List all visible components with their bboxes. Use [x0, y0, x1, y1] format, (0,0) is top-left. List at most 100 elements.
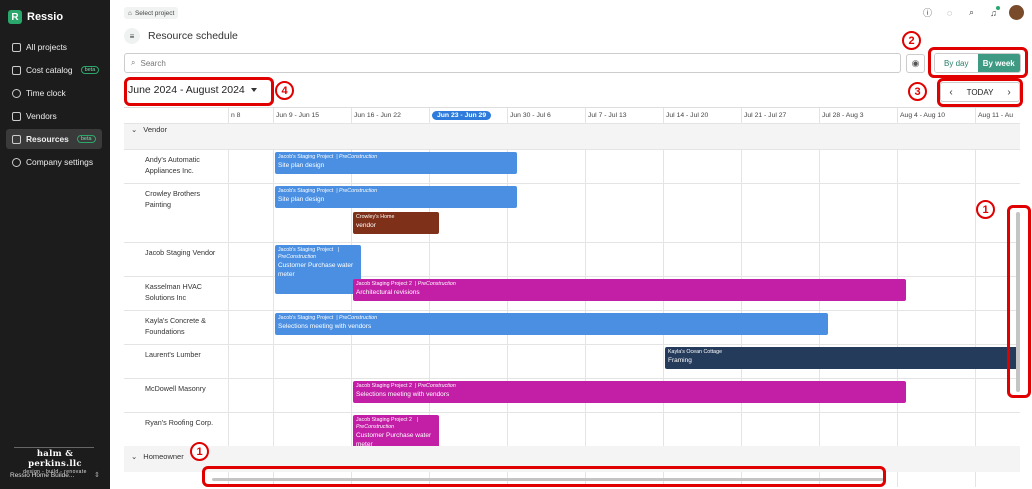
task-project: Jacob's Staging Project [278, 247, 334, 253]
task-phase: | PreConstruction [336, 315, 378, 321]
callout-box-vertical-scroll [1007, 205, 1031, 398]
group-vendor[interactable]: ⌄ Vendor [131, 125, 167, 134]
sidebar-item-time-clock[interactable]: Time clock [6, 83, 102, 103]
task-bar[interactable]: Jacob Staging Project 2 | PreConstruction… [353, 381, 906, 403]
search-icon[interactable]: ⌕ [965, 6, 978, 19]
company-name: halm & perkins.llc [28, 449, 82, 469]
task-bar[interactable]: Jacob's Staging Project | PreConstruction… [275, 186, 517, 208]
sidebar-item-label: All projects [26, 42, 67, 52]
callout-badge: 3 [908, 82, 927, 101]
notification-dot [996, 6, 1000, 10]
task-project: Jacob Staging Project 2 [356, 281, 412, 287]
sidebar-item-label: Resources [26, 134, 69, 144]
vendor-label: McDowell Masonry [145, 384, 206, 393]
chevron-updown-icon[interactable]: ⇕ [94, 471, 100, 479]
group-label: Homeowner [143, 452, 184, 461]
row-line [124, 412, 1020, 413]
week-header: Jul 28 - Aug 3 [822, 112, 864, 119]
week-header: Jul 7 - Jul 13 [588, 112, 627, 119]
row-line [124, 183, 1020, 184]
sidebar-item-label: Cost catalog [26, 65, 73, 75]
grid-line [228, 108, 229, 487]
task-bar[interactable]: Jacob's Staging Project | PreConstruction… [275, 152, 517, 174]
bell-icon[interactable]: ♫ [987, 6, 1000, 19]
task-phase: | PreConstruction [336, 188, 378, 194]
avatar[interactable] [1009, 5, 1024, 20]
sidebar-item-cost-catalog[interactable]: Cost catalog beta [6, 60, 102, 80]
week-header: Jul 21 - Jul 27 [744, 112, 787, 119]
group-row-vendor[interactable] [124, 123, 1020, 149]
task-bar[interactable]: Kayla's Ocean Cottage Framing [665, 347, 1020, 369]
sidebar-item-vendors[interactable]: Vendors [6, 106, 102, 126]
callout-badge: 1 [190, 442, 209, 461]
sidebar-item-company-settings[interactable]: Company settings [6, 152, 102, 172]
sidebar-nav: All projects Cost catalog beta Time cloc… [6, 37, 102, 175]
search-placeholder: Search [140, 58, 166, 68]
beta-badge: beta [76, 135, 96, 143]
week-header: Jun 16 - Jun 22 [354, 112, 401, 119]
grid-line [273, 108, 274, 487]
resource-schedule-grid: n 8 Jun 9 - Jun 15 Jun 16 - Jun 22 Jun 2… [124, 107, 1020, 487]
callout-badge: 1 [976, 200, 995, 219]
group-homeowner[interactable]: ⌄ Homeowner [131, 452, 184, 461]
page-header: ≡ Resource schedule [124, 28, 238, 44]
sidebar-item-all-projects[interactable]: All projects [6, 37, 102, 57]
task-name: Selections meeting with vendors [278, 323, 372, 330]
account-switcher[interactable]: Ressio Home Builde... [10, 472, 74, 479]
task-phase: | PreConstruction [414, 383, 456, 389]
chevron-down-icon: ⌄ [131, 452, 138, 461]
group-label: Vendor [143, 125, 168, 134]
chevron-down-icon: ⌄ [131, 125, 138, 134]
task-project: Crowley's Home [356, 214, 395, 220]
search-input[interactable]: ⌕ Search [124, 53, 901, 73]
callout-box-horizontal-scroll [202, 466, 886, 487]
row-line [124, 149, 1020, 150]
task-phase: | PreConstruction [336, 154, 378, 160]
top-icons: ⓘ ◌ ⌕ ♫ [921, 5, 1024, 20]
task-name: Site plan design [278, 196, 325, 203]
menu-icon[interactable]: ≡ [124, 28, 140, 44]
sidebar-item-resources[interactable]: Resources beta [6, 129, 102, 149]
task-bar[interactable]: Jacob's Staging Project | PreConstruction… [275, 313, 828, 335]
task-project: Jacob Staging Project 2 [356, 417, 412, 423]
task-name: Customer Purchase water meter [278, 262, 354, 278]
task-bar[interactable]: Jacob's Staging Project | PreConstructio… [275, 245, 361, 294]
vendor-label: Laurent's Lumber [145, 350, 201, 359]
catalog-icon [12, 65, 21, 75]
task-name: Architectural revisions [356, 289, 420, 296]
vendor-label: Ryan's Roofing Corp. [145, 418, 214, 427]
vendor-label: Andy's Automatic Appliances Inc. [145, 155, 200, 175]
row-line [124, 344, 1020, 345]
app-name: Ressio [27, 11, 64, 23]
week-header: Jun 9 - Jun 15 [276, 112, 320, 119]
task-project: Jacob's Staging Project [278, 154, 334, 160]
task-project: Jacob's Staging Project [278, 188, 334, 194]
week-header: Jul 14 - Jul 20 [666, 112, 709, 119]
callout-box-week-nav [937, 78, 1023, 107]
eye-icon[interactable]: ◉ [906, 54, 925, 73]
task-bar[interactable]: Crowley's Home vendor [353, 212, 439, 234]
breadcrumb-label: Select project [134, 9, 175, 17]
vendor-label: Crowley Brothers Painting [145, 189, 201, 209]
sidebar-item-label: Company settings [26, 157, 94, 167]
task-project: Kayla's Ocean Cottage [668, 349, 723, 355]
task-project: Jacob's Staging Project [278, 315, 334, 321]
task-bar[interactable]: Jacob Staging Project 2 | PreConstruction… [353, 279, 906, 301]
page-title: Resource schedule [148, 30, 238, 42]
chat-icon[interactable]: ◌ [943, 6, 956, 19]
clock-icon [12, 88, 21, 98]
row-line [124, 123, 1020, 124]
week-header: Aug 4 - Aug 10 [900, 112, 945, 119]
vendor-label: Kayla's Concrete & Foundations [145, 316, 206, 336]
callout-badge: 2 [902, 31, 921, 50]
task-name: vendor [356, 222, 376, 229]
info-icon[interactable]: ⓘ [921, 6, 934, 19]
current-week-pill: Jun 23 - Jun 29 [432, 111, 492, 120]
task-name: Framing [668, 357, 692, 364]
app-logo[interactable]: R Ressio [8, 10, 63, 24]
callout-box-date-range [124, 77, 274, 106]
home-icon [12, 42, 21, 52]
breadcrumb-select-project[interactable]: ⌂ Select project [124, 7, 179, 19]
beta-badge: beta [80, 66, 100, 74]
row-line [124, 310, 1020, 311]
